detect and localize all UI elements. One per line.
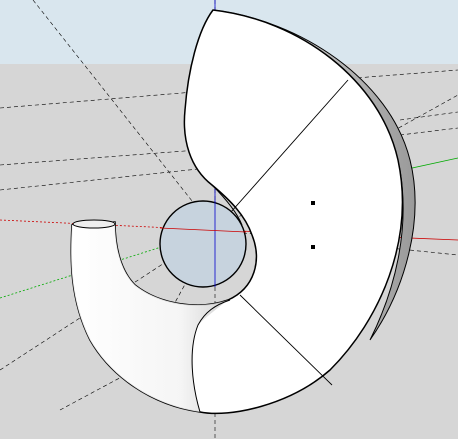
tube-open-end xyxy=(72,219,116,229)
scene-canvas[interactable] xyxy=(0,0,458,439)
sketchup-3d-viewport[interactable] xyxy=(0,0,458,439)
center-hole[interactable] xyxy=(159,200,247,288)
